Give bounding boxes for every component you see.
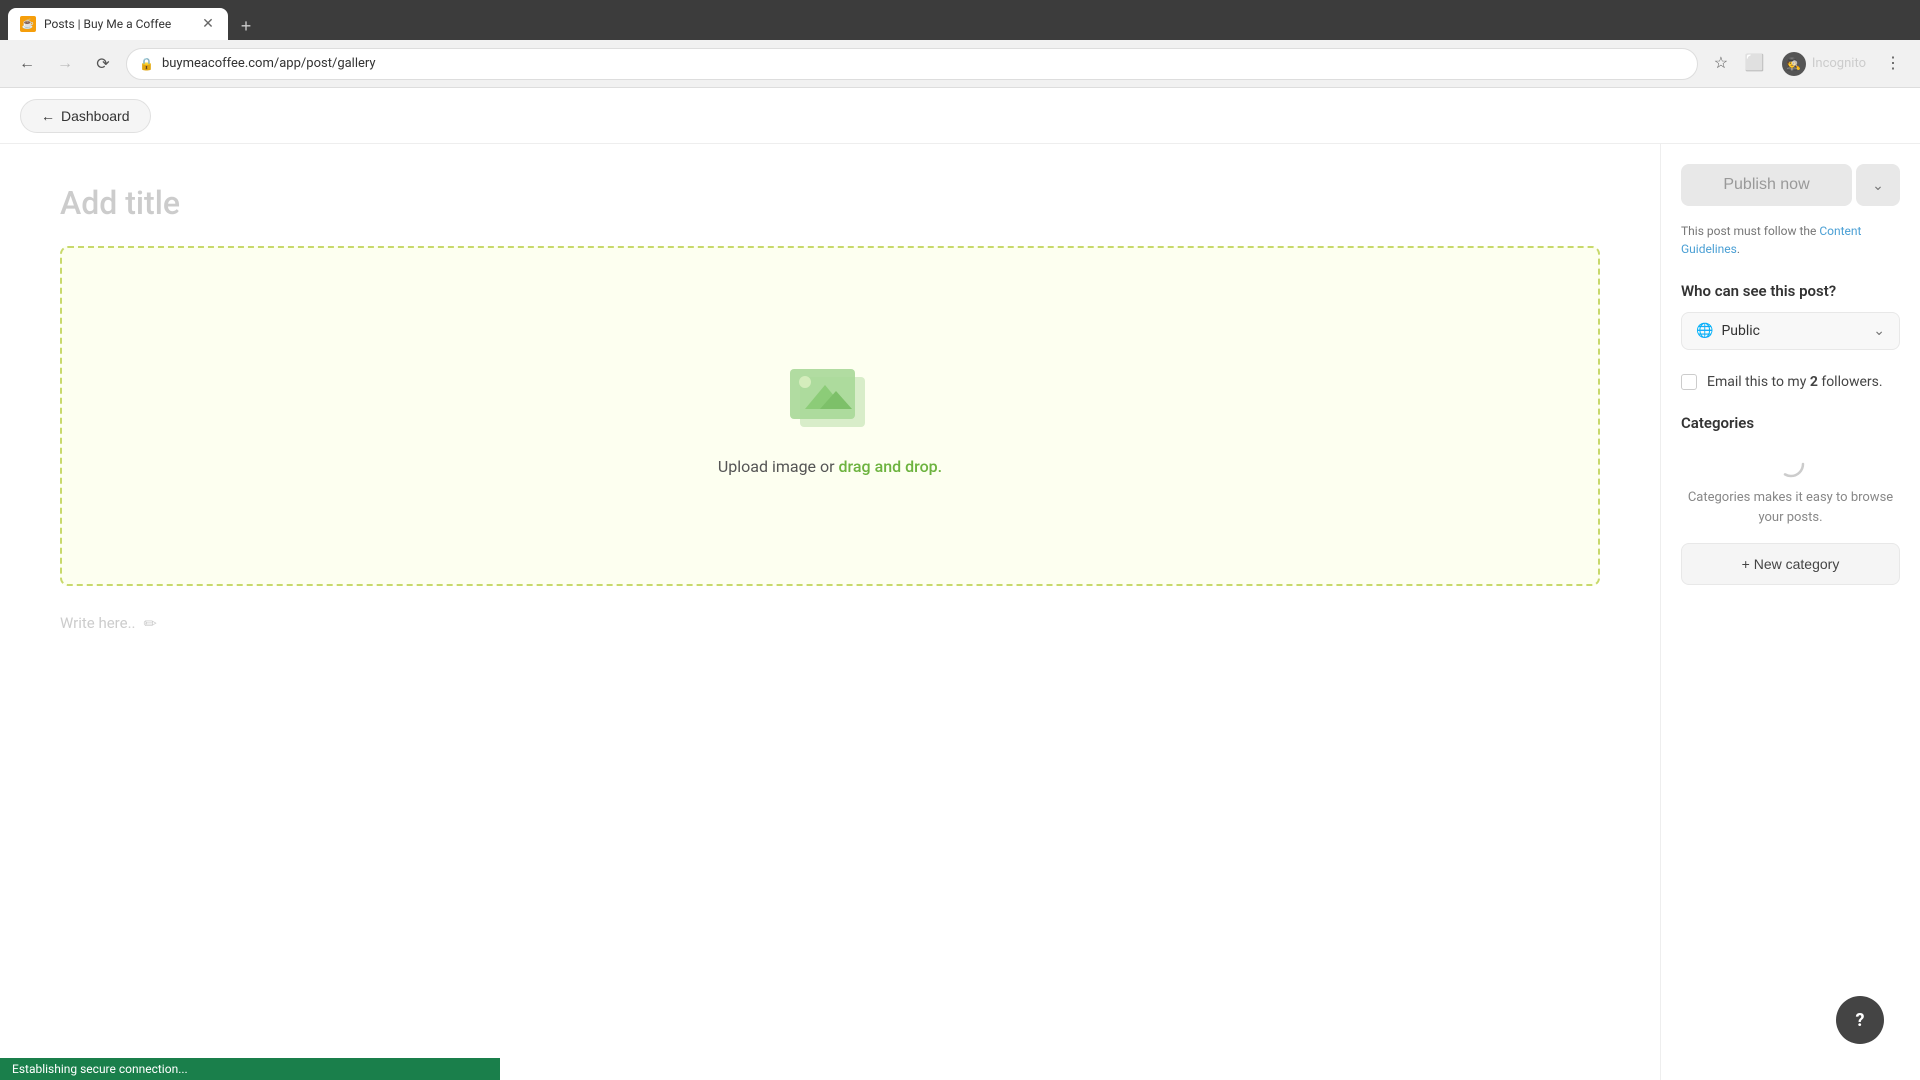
active-tab[interactable]: ☕ Posts | Buy Me a Coffee ✕ bbox=[8, 8, 228, 40]
upload-drag-drop-link[interactable]: drag and drop. bbox=[839, 457, 943, 476]
top-bar: ← Dashboard bbox=[0, 88, 1920, 144]
publish-now-button[interactable]: Publish now bbox=[1681, 164, 1852, 206]
pen-icon: ✏ bbox=[144, 614, 157, 633]
guidelines-suffix: . bbox=[1737, 242, 1740, 256]
page-content: ← Dashboard Add title bbox=[0, 88, 1920, 1080]
categories-loading-icon bbox=[1681, 448, 1900, 480]
categories-section: Categories Categories makes it easy to b… bbox=[1681, 414, 1900, 585]
new-tab-button[interactable]: + bbox=[232, 12, 260, 40]
visibility-section-label: Who can see this post? bbox=[1681, 282, 1900, 300]
email-followers-label: Email this to my 2 followers. bbox=[1707, 374, 1883, 390]
url-text: buymeacoffee.com/app/post/gallery bbox=[162, 56, 376, 71]
guidelines-prefix: This post must follow the bbox=[1681, 224, 1819, 238]
dashboard-button[interactable]: ← Dashboard bbox=[20, 99, 151, 133]
incognito-area: 🕵 Incognito bbox=[1774, 48, 1874, 80]
back-button[interactable]: ← bbox=[12, 49, 42, 79]
main-area: Add title bbox=[0, 144, 1920, 1080]
email-followers-checkbox[interactable] bbox=[1681, 374, 1697, 390]
back-arrow-icon: ← bbox=[41, 108, 55, 124]
email-label-prefix: Email this to my bbox=[1707, 374, 1810, 390]
status-bar: Establishing secure connection... bbox=[0, 1058, 500, 1080]
dashboard-label: Dashboard bbox=[61, 108, 130, 124]
bookmark-button[interactable]: ☆ bbox=[1706, 48, 1736, 78]
visibility-dropdown[interactable]: 🌐 Public ⌄ bbox=[1681, 312, 1900, 350]
publish-area: Publish now ⌄ bbox=[1681, 164, 1900, 206]
browser-action-button[interactable]: ⬜ bbox=[1740, 48, 1770, 78]
new-category-button[interactable]: + New category bbox=[1681, 543, 1900, 585]
followers-label: followers. bbox=[1818, 374, 1883, 390]
image-upload-zone[interactable]: Upload image or drag and drop. bbox=[60, 246, 1600, 586]
forward-button[interactable]: → bbox=[50, 49, 80, 79]
sidebar: Publish now ⌄ This post must follow the … bbox=[1660, 144, 1920, 1080]
tab-bar: ☕ Posts | Buy Me a Coffee ✕ + bbox=[0, 0, 1920, 40]
write-here-placeholder[interactable]: Write here.. bbox=[60, 606, 136, 640]
help-button[interactable]: ? bbox=[1836, 996, 1884, 1044]
menu-button[interactable]: ⋮ bbox=[1878, 48, 1908, 78]
upload-text-static: Upload image or bbox=[718, 457, 839, 476]
editor-area: Add title bbox=[0, 144, 1660, 1080]
email-followers-row[interactable]: Email this to my 2 followers. bbox=[1681, 374, 1900, 390]
upload-instructions: Upload image or drag and drop. bbox=[718, 457, 942, 476]
tab-favicon: ☕ bbox=[20, 16, 36, 32]
visibility-chevron-icon: ⌄ bbox=[1873, 323, 1885, 339]
content-guidelines-notice: This post must follow the Content Guidel… bbox=[1681, 222, 1900, 258]
post-title-input[interactable]: Add title bbox=[60, 184, 1600, 222]
publish-dropdown-button[interactable]: ⌄ bbox=[1856, 164, 1900, 206]
reload-button[interactable]: ⟳ bbox=[88, 49, 118, 79]
tab-title: Posts | Buy Me a Coffee bbox=[44, 17, 192, 31]
chevron-down-icon: ⌄ bbox=[1872, 177, 1884, 194]
incognito-icon: 🕵 bbox=[1782, 52, 1806, 76]
nav-actions: ☆ ⬜ 🕵 Incognito ⋮ bbox=[1706, 48, 1908, 80]
image-placeholder-icon bbox=[780, 357, 880, 441]
followers-count: 2 bbox=[1810, 374, 1818, 390]
categories-description: Categories makes it easy to browse your … bbox=[1681, 488, 1900, 527]
navigation-bar: ← → ⟳ 🔒 buymeacoffee.com/app/post/galler… bbox=[0, 40, 1920, 88]
status-text: Establishing secure connection... bbox=[12, 1062, 188, 1076]
tab-close-button[interactable]: ✕ bbox=[200, 16, 216, 32]
globe-icon: 🌐 bbox=[1696, 323, 1713, 339]
address-bar[interactable]: 🔒 buymeacoffee.com/app/post/gallery bbox=[126, 48, 1698, 80]
visibility-value: Public bbox=[1721, 323, 1865, 339]
incognito-label: Incognito bbox=[1812, 56, 1866, 71]
security-icon: 🔒 bbox=[139, 57, 154, 71]
categories-title: Categories bbox=[1681, 414, 1900, 432]
